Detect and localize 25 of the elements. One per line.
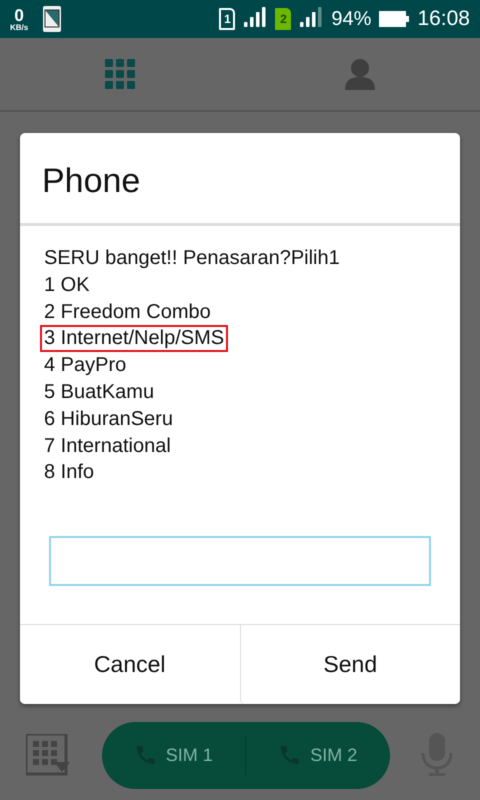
clock: 16:08 bbox=[417, 7, 470, 31]
message-line: 6 HiburanSeru bbox=[43, 406, 174, 432]
message-line: 8 Info bbox=[43, 460, 96, 486]
speed-unit: KB/s bbox=[10, 24, 28, 32]
battery-percent: 94% bbox=[331, 8, 372, 30]
message-line: 5 BuatKamu bbox=[43, 380, 156, 405]
sim-icon: 2 bbox=[275, 8, 292, 30]
battery-icon bbox=[379, 11, 410, 27]
message-line: 4 PayPro bbox=[43, 353, 128, 378]
sim-icon: 1 bbox=[219, 8, 236, 30]
call-sim-button[interactable]: SIM 1 bbox=[102, 735, 245, 775]
dialog-button[interactable]: Cancel bbox=[20, 625, 240, 704]
contact-icon[interactable] bbox=[345, 58, 375, 90]
speed-value: 0 bbox=[14, 6, 24, 24]
message-line: SERU banget!! Penasaran?Pilih1 bbox=[43, 246, 341, 271]
reply-input-field[interactable] bbox=[49, 536, 431, 586]
message-line: 1 OK bbox=[43, 272, 91, 298]
dialog-title: Phone bbox=[41, 161, 142, 202]
dialpad-icon[interactable] bbox=[105, 59, 135, 89]
phone-icon bbox=[42, 5, 62, 33]
message-line: 7 International bbox=[43, 434, 172, 459]
dialpad-toggle-icon[interactable] bbox=[26, 734, 70, 776]
message-line: 2 Freedom Combo bbox=[43, 300, 212, 325]
dialog-button[interactable]: Send bbox=[240, 625, 460, 704]
call-sim-button[interactable]: SIM 2 bbox=[245, 735, 390, 775]
